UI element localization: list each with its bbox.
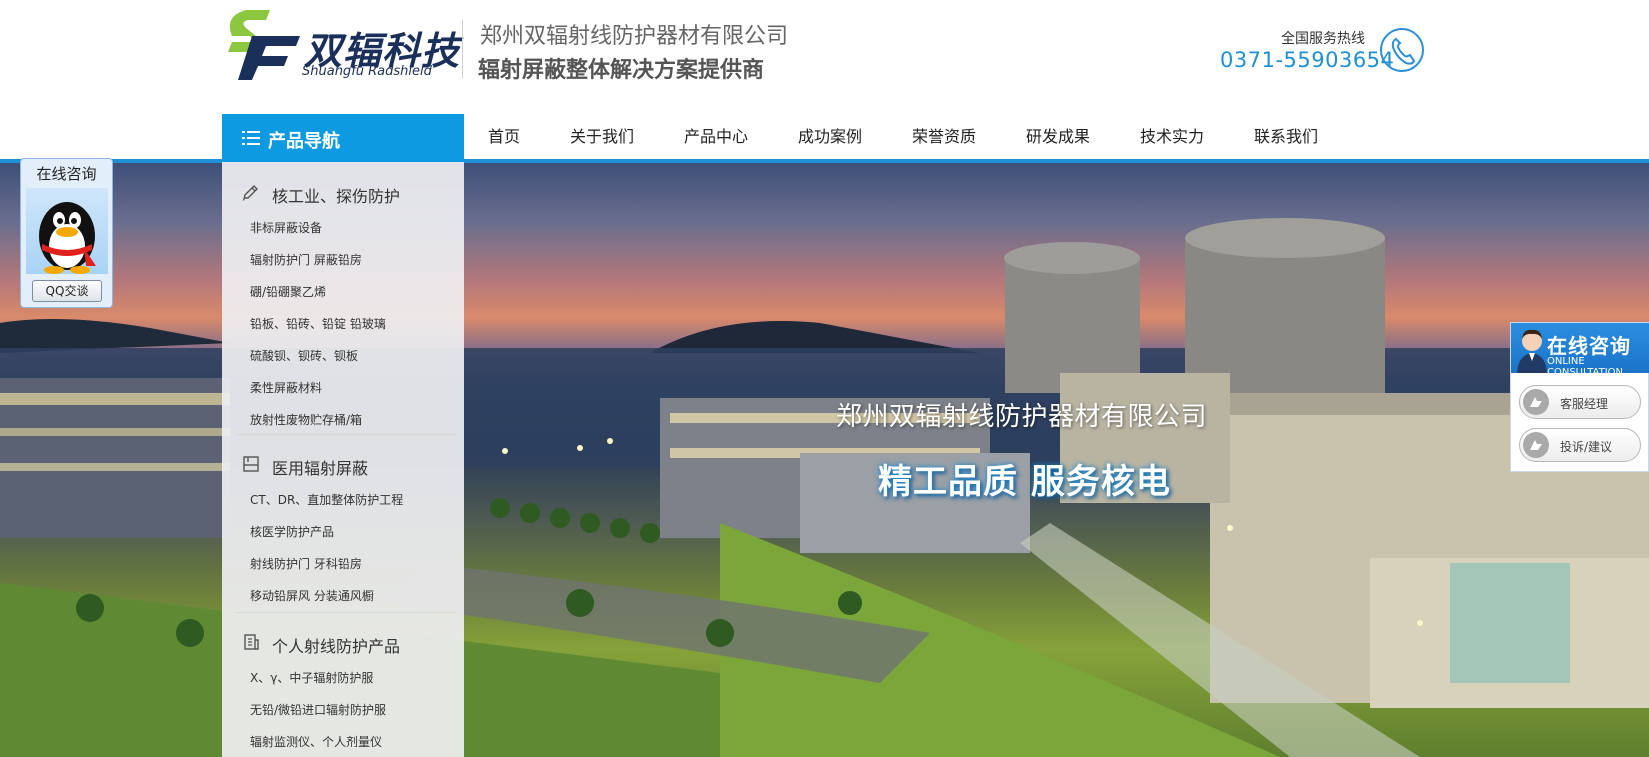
banner-slogan: 精工品质 服务核电: [878, 462, 1171, 502]
category-link[interactable]: 核医学防护产品: [250, 523, 334, 540]
nav-item-technology[interactable]: 技术实力: [1140, 114, 1254, 160]
category-link[interactable]: 辐射防护门 屏蔽铅房: [250, 251, 362, 268]
category-link[interactable]: 无铅/微铅进口辐射防护服: [250, 701, 386, 718]
site-header: 双辐科技 Shuangfu Radshield 郑州双辐射线防护器材有限公司 辐…: [0, 0, 1649, 112]
book-icon: [243, 456, 259, 472]
online-consultation-widget: 在线咨询 ONLINE CONSULTATION 客服经理 投诉/建议: [1510, 322, 1649, 472]
chat-bubble-icon: [1523, 432, 1549, 458]
nav-item-about[interactable]: 关于我们: [570, 114, 684, 160]
product-nav-title: 产品导航: [268, 131, 340, 152]
phone-icon: [1380, 28, 1424, 72]
nav-item-contact[interactable]: 联系我们: [1254, 114, 1354, 160]
complaint-suggestion-button[interactable]: 投诉/建议: [1519, 428, 1641, 462]
main-nav: 首页 关于我们 产品中心 成功案例 荣誉资质 研发成果 技术实力 联系我们: [464, 114, 1354, 160]
nav-item-cases[interactable]: 成功案例: [798, 114, 912, 160]
category-divider: [236, 434, 456, 435]
customer-manager-label: 客服经理: [1560, 397, 1609, 411]
header-divider: [462, 20, 463, 78]
consultation-title-en: ONLINE CONSULTATION: [1547, 356, 1624, 378]
hotline-number[interactable]: 0371-55903654: [1220, 48, 1394, 72]
logo-sf-mark: [228, 10, 300, 80]
category-title: 个人射线防护产品: [272, 637, 401, 656]
category-link[interactable]: 硼/铅硼聚乙烯: [250, 283, 326, 300]
logo-text-en: Shuangfu Radshield: [302, 64, 432, 79]
pencil-icon: [242, 185, 258, 201]
category-link[interactable]: 移动铅屏风 分装通风橱: [250, 587, 374, 604]
qq-widget-title: 在线咨询: [36, 165, 97, 183]
nav-item-honors[interactable]: 荣誉资质: [912, 114, 1026, 160]
category-nuclear-industry[interactable]: 核工业、探伤防护: [222, 172, 464, 212]
product-nav-header[interactable]: 产品导航: [222, 114, 464, 162]
category-link[interactable]: X、γ、中子辐射防护服: [250, 669, 373, 686]
category-link[interactable]: 柔性屏蔽材料: [250, 379, 322, 396]
hotline-label: 全国服务热线: [1281, 31, 1365, 47]
category-title: 核工业、探伤防护: [272, 187, 401, 206]
category-link[interactable]: 辐射监测仪、个人剂量仪: [250, 733, 382, 750]
complaint-suggestion-label: 投诉/建议: [1560, 440, 1613, 454]
category-link[interactable]: 放射性废物贮存桶/箱: [250, 411, 362, 428]
consultation-header: 在线咨询 ONLINE CONSULTATION: [1511, 323, 1649, 378]
customer-manager-button[interactable]: 客服经理: [1519, 385, 1641, 419]
service-agent-avatar-icon: [1517, 329, 1547, 373]
nav-item-products[interactable]: 产品中心: [684, 114, 798, 160]
qq-chat-button[interactable]: QQ交谈: [32, 280, 102, 302]
banner-company-name: 郑州双辐射线防护器材有限公司: [836, 402, 1208, 432]
consultation-title-cn: 在线咨询: [1547, 334, 1631, 358]
chat-bubble-icon: [1523, 389, 1549, 415]
category-link[interactable]: 硫酸钡、钡砖、钡板: [250, 347, 358, 364]
category-divider: [236, 612, 456, 613]
category-link[interactable]: CT、DR、直加整体防护工程: [250, 491, 403, 508]
company-name: 郑州双辐射线防护器材有限公司: [480, 24, 789, 49]
nav-item-research[interactable]: 研发成果: [1026, 114, 1140, 160]
qq-chat-widget: 在线咨询 QQ交谈: [20, 158, 113, 308]
site-logo[interactable]: 双辐科技 Shuangfu Radshield: [222, 6, 462, 82]
category-link[interactable]: 非标屏蔽设备: [250, 219, 322, 236]
category-title: 医用辐射屏蔽: [272, 459, 369, 478]
list-icon: [242, 131, 260, 145]
building-icon: [244, 634, 259, 650]
category-personal-protection[interactable]: 个人射线防护产品: [222, 622, 464, 662]
category-link[interactable]: 铅板、铅砖、铅锭 铅玻璃: [250, 315, 386, 332]
category-medical-shielding[interactable]: 医用辐射屏蔽: [222, 444, 464, 484]
company-slogan: 辐射屏蔽整体解决方案提供商: [478, 58, 765, 83]
qq-penguin-icon: [26, 188, 108, 274]
category-link[interactable]: 射线防护门 牙科铅房: [250, 555, 362, 572]
product-category-sidebar: 核工业、探伤防护 非标屏蔽设备 辐射防护门 屏蔽铅房 硼/铅硼聚乙烯 铅板、铅砖…: [222, 162, 464, 757]
nav-item-home[interactable]: 首页: [488, 114, 570, 160]
